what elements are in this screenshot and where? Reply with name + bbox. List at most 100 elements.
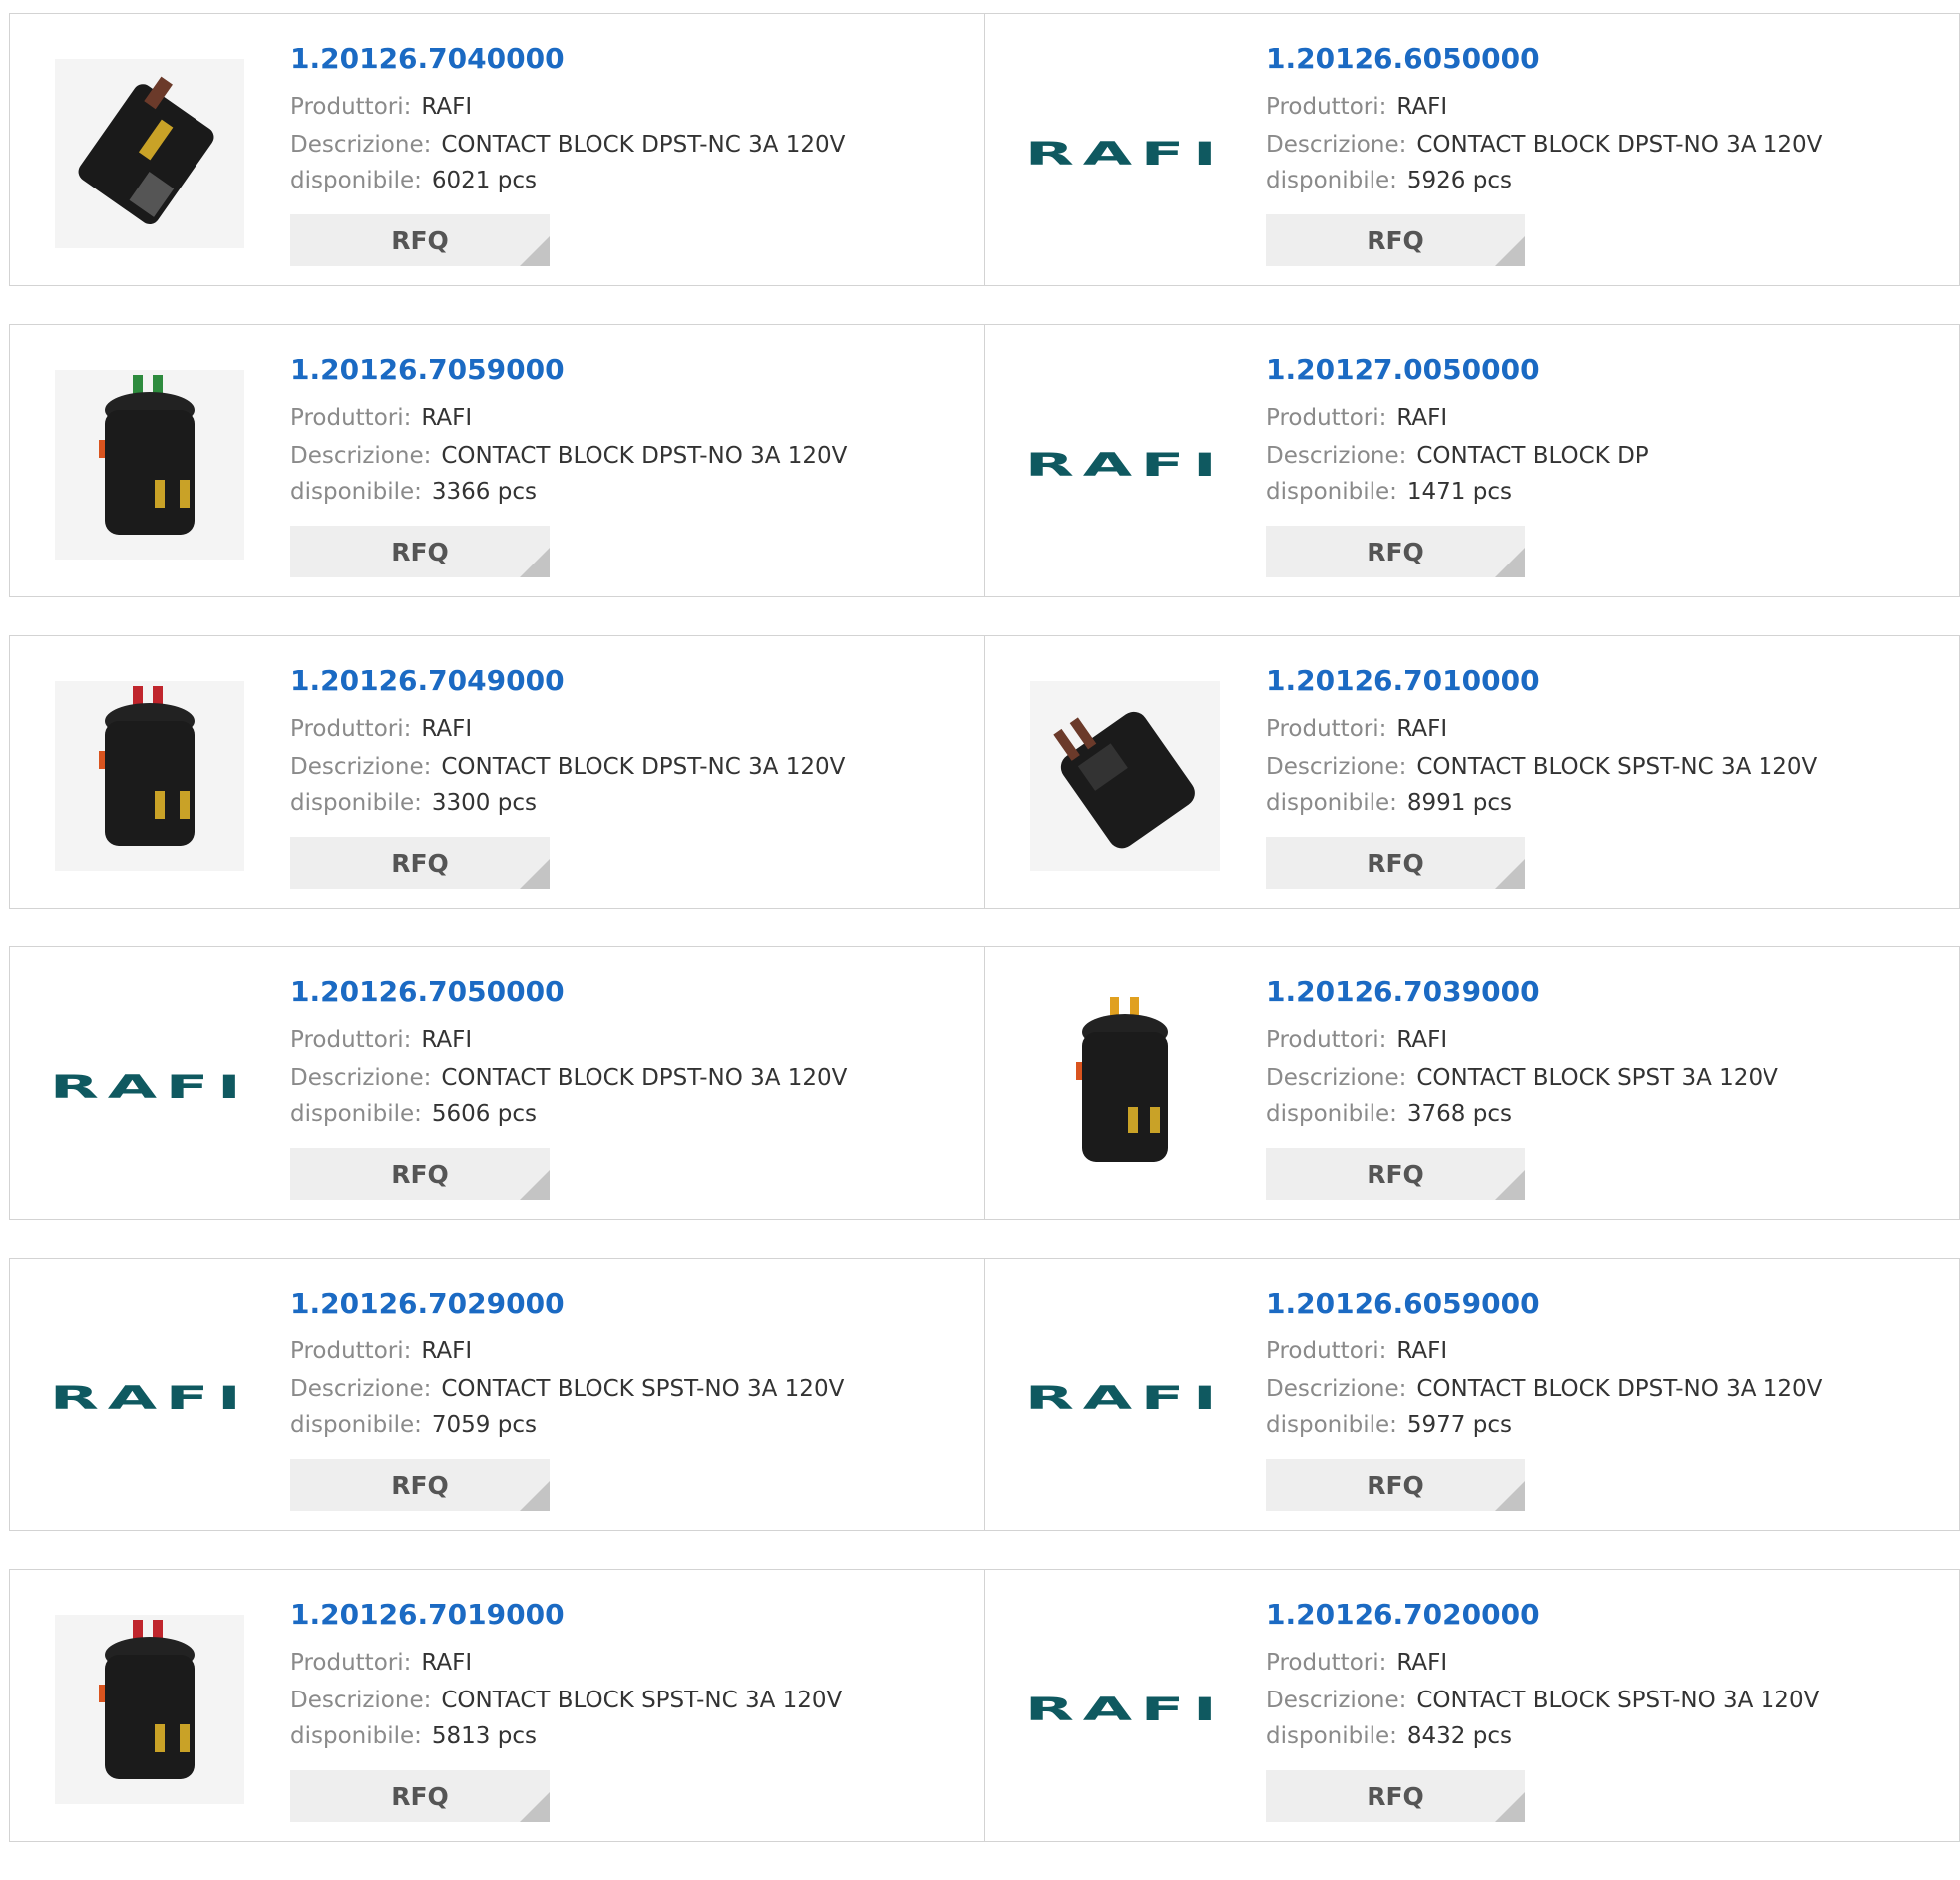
rfq-button[interactable]: RFQ (1266, 1770, 1525, 1822)
part-number-link[interactable]: 1.20126.7029000 (290, 1287, 565, 1319)
availability-value: 3366 pcs (431, 479, 537, 505)
corner-triangle-icon (520, 1792, 550, 1822)
part-number-link[interactable]: 1.20126.7010000 (1266, 664, 1540, 697)
product-card: 1.20126.7049000 Produttori: RAFI Descrizion… (10, 636, 984, 908)
availability-label: disponibile: (290, 479, 422, 505)
rfq-button[interactable]: RFQ (290, 1148, 550, 1200)
part-number-link[interactable]: 1.20126.6050000 (1266, 42, 1540, 75)
availability-label: disponibile: (290, 790, 422, 816)
part-number-link[interactable]: 1.20126.7059000 (290, 353, 565, 386)
rfq-button[interactable]: RFQ (290, 1459, 550, 1511)
rfq-button[interactable]: RFQ (1266, 526, 1525, 577)
part-number-link[interactable]: 1.20126.7019000 (290, 1598, 565, 1631)
description-row: Descrizione: CONTACT BLOCK SPST-NO 3A 120… (1266, 1688, 1819, 1713)
rfq-button[interactable]: RFQ (290, 214, 550, 266)
availability-value: 5926 pcs (1406, 168, 1512, 193)
availability-row: disponibile: 8432 pcs (1266, 1723, 1512, 1749)
product-image[interactable] (50, 54, 249, 253)
description-row: Descrizione: CONTACT BLOCK SPST-NC 3A 120… (1266, 754, 1817, 780)
product-image[interactable] (50, 1610, 249, 1809)
product-image[interactable] (50, 676, 249, 876)
description-value: CONTACT BLOCK SPST-NO 3A 120V (441, 1376, 845, 1402)
product-image[interactable] (50, 365, 249, 564)
description-label: Descrizione: (1266, 1688, 1407, 1713)
description-row: Descrizione: CONTACT BLOCK DP (1266, 443, 1649, 469)
rafi-logo: RAFI (1024, 446, 1226, 484)
availability-label: disponibile: (1266, 1412, 1397, 1438)
part-number-link[interactable]: 1.20126.7050000 (290, 975, 565, 1008)
rfq-label: RFQ (391, 1781, 449, 1811)
rfq-button[interactable]: RFQ (1266, 214, 1525, 266)
availability-label: disponibile: (1266, 1723, 1397, 1749)
rfq-label: RFQ (1367, 225, 1424, 255)
product-card: RAFI 1.20127.0050000 Produttori: RAFI Descri… (984, 325, 1959, 596)
availability-value: 1471 pcs (1406, 479, 1512, 505)
manufacturer-label: Produttori: (1266, 94, 1387, 120)
description-label: Descrizione: (1266, 132, 1407, 158)
product-row: RAFI 1.20126.7050000 Produttori: RAFI Descri… (9, 946, 1960, 1220)
rfq-button[interactable]: RFQ (1266, 1459, 1525, 1511)
availability-label: disponibile: (290, 168, 422, 193)
manufacturer-value: RAFI (1396, 1338, 1448, 1364)
description-row: Descrizione: CONTACT BLOCK DPST-NO 3A 120… (1266, 132, 1822, 158)
rfq-button[interactable]: RFQ (1266, 837, 1525, 889)
corner-triangle-icon (520, 1481, 550, 1511)
rfq-label: RFQ (391, 848, 449, 878)
manufacturer-row: Produttori: RAFI (290, 716, 472, 742)
part-number-link[interactable]: 1.20126.7049000 (290, 664, 565, 697)
rfq-button[interactable]: RFQ (290, 837, 550, 889)
availability-value: 8991 pcs (1406, 790, 1512, 816)
corner-triangle-icon (520, 859, 550, 889)
rfq-button[interactable]: RFQ (290, 1770, 550, 1822)
manufacturer-row: Produttori: RAFI (290, 1027, 472, 1053)
rfq-label: RFQ (391, 1470, 449, 1500)
description-label: Descrizione: (1266, 1376, 1407, 1402)
description-row: Descrizione: CONTACT BLOCK DPST-NO 3A 120… (290, 1065, 847, 1091)
description-row: Descrizione: CONTACT BLOCK SPST-NC 3A 120… (290, 1688, 842, 1713)
description-row: Descrizione: CONTACT BLOCK DPST-NC 3A 120… (290, 132, 845, 158)
product-image[interactable] (1025, 676, 1225, 876)
manufacturer-row: Produttori: RAFI (1266, 1338, 1447, 1364)
rafi-logo: RAFI (49, 1379, 250, 1417)
part-number-link[interactable]: 1.20126.6059000 (1266, 1287, 1540, 1319)
rfq-button[interactable]: RFQ (1266, 1148, 1525, 1200)
part-number-link[interactable]: 1.20126.7039000 (1266, 975, 1540, 1008)
part-number-link[interactable]: 1.20126.7020000 (1266, 1598, 1540, 1631)
corner-triangle-icon (1495, 1481, 1525, 1511)
availability-value: 6021 pcs (431, 168, 537, 193)
rfq-label: RFQ (391, 1159, 449, 1189)
part-number-link[interactable]: 1.20127.0050000 (1266, 353, 1540, 386)
product-card: 1.20126.7040000 Produttori: RAFI Descrizion… (10, 14, 984, 285)
description-value: CONTACT BLOCK SPST 3A 120V (1416, 1065, 1778, 1091)
product-image[interactable] (1025, 987, 1225, 1187)
availability-row: disponibile: 1471 pcs (1266, 479, 1512, 505)
corner-triangle-icon (520, 236, 550, 266)
description-value: CONTACT BLOCK DPST-NC 3A 120V (441, 132, 846, 158)
manufacturer-value: RAFI (421, 405, 473, 431)
availability-row: disponibile: 5926 pcs (1266, 168, 1512, 193)
manufacturer-value: RAFI (1396, 1027, 1448, 1053)
part-number-link[interactable]: 1.20126.7040000 (290, 42, 565, 75)
manufacturer-value: RAFI (1396, 405, 1448, 431)
product-row: 1.20126.7059000 Produttori: RAFI Descrizion… (9, 324, 1960, 597)
corner-triangle-icon (520, 548, 550, 577)
availability-row: disponibile: 7059 pcs (290, 1412, 537, 1438)
corner-triangle-icon (1495, 548, 1525, 577)
product-card: 1.20126.7039000 Produttori: RAFI Descrizion… (984, 947, 1959, 1219)
product-card: 1.20126.7059000 Produttori: RAFI Descrizion… (10, 325, 984, 596)
manufacturer-value: RAFI (421, 1027, 473, 1053)
manufacturer-label: Produttori: (290, 1650, 412, 1676)
description-label: Descrizione: (290, 132, 432, 158)
availability-row: disponibile: 5606 pcs (290, 1101, 537, 1127)
manufacturer-label: Produttori: (290, 1338, 412, 1364)
availability-label: disponibile: (290, 1412, 422, 1438)
availability-value: 3300 pcs (431, 790, 537, 816)
availability-value: 8432 pcs (1406, 1723, 1512, 1749)
manufacturer-row: Produttori: RAFI (1266, 716, 1447, 742)
rfq-button[interactable]: RFQ (290, 526, 550, 577)
availability-value: 3768 pcs (1406, 1101, 1512, 1127)
manufacturer-value: RAFI (421, 716, 473, 742)
availability-value: 5977 pcs (1406, 1412, 1512, 1438)
rfq-label: RFQ (1367, 1159, 1424, 1189)
manufacturer-row: Produttori: RAFI (1266, 1027, 1447, 1053)
